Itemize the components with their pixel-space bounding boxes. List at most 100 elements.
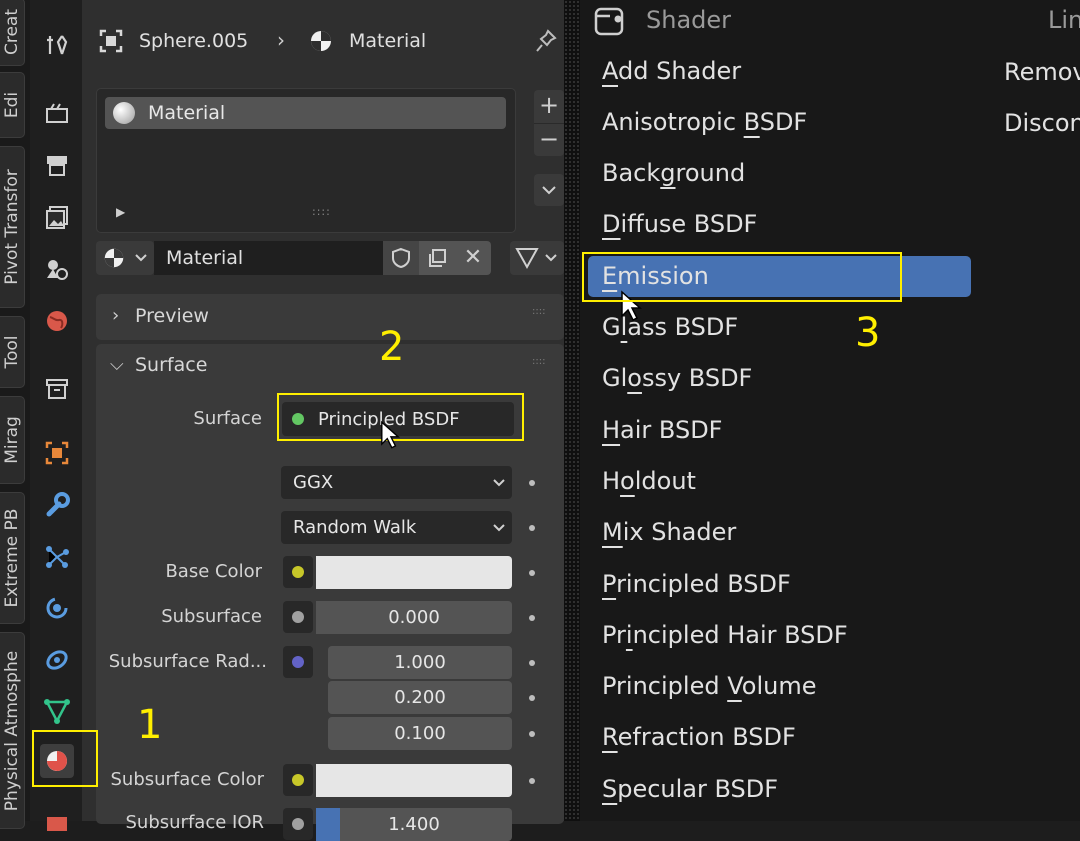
shader-menu-item[interactable]: Principled BSDF — [602, 570, 791, 598]
expand-arrow-icon[interactable]: ▶ — [116, 205, 125, 219]
output-tab-icon[interactable] — [40, 149, 74, 183]
shader-menu-item[interactable]: Principled Hair BSDF — [602, 621, 848, 649]
menu-item-text: rincipled BSDF — [616, 570, 791, 598]
tab-create[interactable]: Creat — [0, 0, 25, 66]
particles-tab-icon[interactable] — [40, 540, 74, 574]
tab-tool[interactable]: Tool — [0, 316, 25, 388]
drag-handle-icon[interactable]: :::: — [532, 356, 545, 367]
subsurface-ior-socket[interactable] — [283, 808, 313, 840]
shader-menu-item[interactable]: Diffuse BSDF — [602, 210, 757, 238]
tab-mirage[interactable]: Mirag — [0, 396, 25, 484]
shader-menu-icon — [594, 6, 626, 40]
shader-menu-item[interactable]: Refraction BSDF — [602, 723, 796, 751]
keyframe-dot[interactable] — [529, 660, 535, 666]
fake-user-button[interactable] — [383, 241, 419, 275]
shader-menu-item[interactable]: Background — [602, 159, 745, 187]
resize-grip-icon[interactable]: :::: — [312, 205, 331, 218]
remove-menu-item[interactable]: Remov — [1004, 58, 1080, 86]
radius-x-field[interactable]: 1.000 — [328, 646, 512, 679]
tab-pivot-transform[interactable]: Pivot Transfor — [0, 146, 25, 308]
disconnect-menu-item[interactable]: Discon — [1004, 109, 1080, 137]
subsurface-ior-label: Subsurface IOR — [125, 812, 265, 833]
shader-menu-item[interactable]: Anisotropic BSDF — [602, 108, 807, 136]
collection-tab-icon[interactable] — [40, 372, 74, 406]
material-slot-item[interactable]: Material — [105, 97, 506, 129]
view-layer-tab-icon[interactable] — [40, 200, 74, 234]
shader-menu-item[interactable]: Mix Shader — [602, 518, 736, 546]
tab-edit[interactable]: Edi — [0, 72, 25, 138]
shader-menu-item[interactable]: Add Shader — [602, 57, 741, 85]
tab-extreme-pb[interactable]: Extreme PB — [0, 492, 25, 624]
slot-specials-button[interactable] — [534, 174, 564, 206]
remove-slot-button[interactable]: − — [534, 123, 564, 157]
shader-menu-item[interactable]: Specular BSDF — [602, 775, 778, 803]
render-tab-icon[interactable] — [40, 96, 74, 130]
add-slot-button[interactable]: + — [534, 90, 564, 123]
color-socket-icon — [292, 566, 304, 578]
menu-item-text: Pr — [602, 621, 626, 649]
menu-item-hotkey: g — [660, 159, 676, 187]
menu-item-text: dd Shader — [618, 57, 742, 85]
breadcrumb-context: Material — [349, 30, 427, 52]
subsurface-ior-field[interactable]: 1.400 — [316, 808, 512, 841]
link-mode-button[interactable] — [510, 241, 564, 275]
menu-item-text: ncipled Hair BSDF — [632, 621, 848, 649]
subsurface-radius-socket[interactable] — [283, 646, 313, 678]
breadcrumb-separator-icon: › — [277, 28, 285, 52]
tab-physical-atmosphere[interactable]: Physical Atmosphe — [0, 632, 25, 829]
distribution-dropdown[interactable]: GGX — [281, 466, 512, 499]
radius-z-value: 0.100 — [394, 723, 446, 744]
shader-menu-item[interactable]: Glossy BSDF — [602, 364, 752, 392]
preview-panel-header[interactable]: › Preview :::: — [96, 294, 564, 340]
radius-y-field[interactable]: 0.200 — [328, 681, 512, 714]
link-menu-title: Lin — [1048, 6, 1080, 34]
subsurface-method-value: Random Walk — [293, 517, 417, 538]
surface-panel-title: Surface — [135, 354, 208, 376]
keyframe-dot[interactable] — [529, 695, 535, 701]
subsurface-color-socket[interactable] — [283, 764, 313, 796]
texture-tab-icon[interactable] — [40, 806, 74, 840]
tool-tab-icon[interactable] — [40, 28, 74, 62]
unlink-button[interactable]: ✕ — [455, 241, 491, 275]
menu-item-text: efraction BSDF — [617, 723, 796, 751]
menu-item-text: ssy BSDF — [641, 364, 753, 392]
modifier-tab-icon[interactable] — [40, 488, 74, 522]
base-color-socket[interactable] — [283, 556, 313, 588]
constraints-tab-icon[interactable] — [40, 643, 74, 677]
subsurface-value-field[interactable]: 0.000 — [316, 601, 512, 634]
keyframe-dot[interactable] — [529, 525, 535, 531]
keyframe-dot[interactable] — [529, 778, 535, 784]
subsurface-color-swatch[interactable] — [316, 764, 512, 797]
area-divider[interactable] — [564, 0, 580, 821]
scene-tab-icon[interactable] — [40, 252, 74, 286]
keyframe-dot[interactable] — [529, 615, 535, 621]
subsurface-socket[interactable] — [283, 601, 313, 633]
menu-item-hotkey: B — [743, 108, 760, 136]
menu-item-text: pecular BSDF — [617, 775, 779, 803]
keyframe-dot[interactable] — [529, 480, 535, 486]
radius-z-field[interactable]: 0.100 — [328, 717, 512, 750]
drag-handle-icon[interactable]: :::: — [532, 306, 545, 317]
keyframe-dot[interactable] — [529, 570, 535, 576]
shader-menu-item[interactable]: Hair BSDF — [602, 416, 722, 444]
menu-item-text: olume — [741, 672, 817, 700]
annotation-number-3: 3 — [855, 310, 881, 356]
material-name-field[interactable]: Material — [154, 241, 383, 275]
physics-tab-icon[interactable] — [40, 591, 74, 625]
shader-menu-item[interactable]: Principled Volume — [602, 672, 816, 700]
shader-menu-item[interactable]: Holdout — [602, 467, 696, 495]
value-socket-icon — [292, 611, 304, 623]
duplicate-button[interactable] — [419, 241, 455, 275]
keyframe-dot[interactable] — [529, 731, 535, 737]
base-color-swatch[interactable] — [316, 556, 512, 589]
pin-icon[interactable] — [534, 28, 558, 58]
subsurface-color-label: Subsurface Color — [110, 769, 264, 790]
expanded-chevron-icon[interactable]: ⌵ — [110, 354, 124, 375]
subsurface-method-dropdown[interactable]: Random Walk — [281, 511, 512, 544]
data-tab-icon[interactable] — [40, 694, 74, 728]
material-browse-button[interactable] — [96, 241, 154, 275]
properties-tabs — [30, 0, 82, 831]
object-tab-icon[interactable] — [40, 436, 74, 470]
material-preview-icon — [113, 102, 135, 124]
world-tab-icon[interactable] — [40, 304, 74, 338]
